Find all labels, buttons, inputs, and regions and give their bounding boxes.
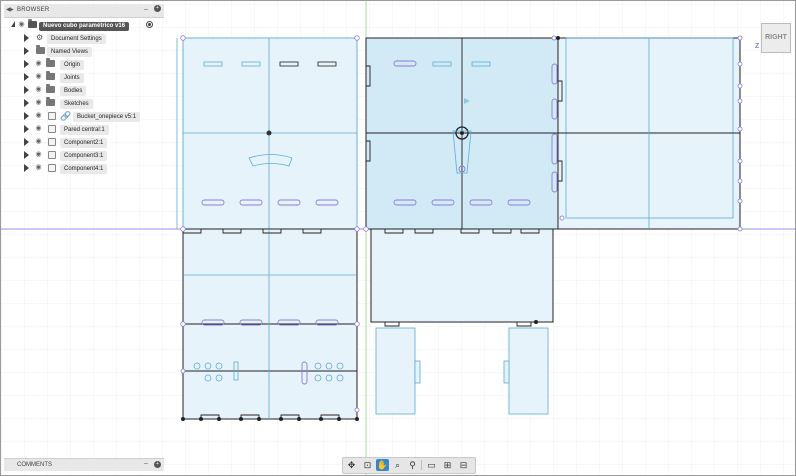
browser-item-label: Pared central:1: [60, 125, 109, 135]
browser-item-origin[interactable]: ◉ Origin: [4, 58, 164, 71]
browser-item-label: Component3:1: [60, 151, 108, 161]
expand-icon[interactable]: [24, 99, 29, 107]
expand-icon[interactable]: [24, 164, 29, 172]
expand-icon[interactable]: [24, 47, 29, 55]
eye-icon[interactable]: ◉: [34, 138, 43, 146]
eye-icon[interactable]: ◉: [17, 21, 26, 29]
navigation-toolbar: ✥ ⊡ ✋ ⌕ ⚲ ▭ ⊞ ⊟: [342, 457, 476, 474]
view-cube-face[interactable]: RIGHT: [761, 23, 791, 53]
sketch-tab-right[interactable]: [503, 327, 549, 415]
browser-item-label: Component2:1: [60, 138, 108, 148]
eye-icon[interactable]: ◉: [34, 151, 43, 159]
eye-icon[interactable]: ◉: [34, 60, 43, 68]
expand-icon[interactable]: [24, 34, 29, 42]
browser-item-component2[interactable]: ◉ Component2:1: [4, 137, 164, 149]
browser-item-joints[interactable]: ◉ Joints: [4, 71, 164, 84]
browser-item-label: Joints: [60, 73, 84, 83]
folder-icon: [36, 45, 45, 54]
browser-header[interactable]: ◀▸ BROWSER – +: [4, 4, 164, 18]
gear-icon: ⚙: [36, 33, 44, 42]
browser-panel: ◀▸ BROWSER – + ◉ Nuevo cubo paramétrico …: [4, 4, 164, 176]
expand-icon[interactable]: [24, 112, 29, 120]
document-icon: [28, 19, 37, 28]
minimize-icon[interactable]: –: [144, 460, 148, 467]
sketch-panel-bottom-left[interactable]: [182, 228, 358, 420]
link-icon: 🔗: [60, 111, 72, 121]
eye-icon[interactable]: ◉: [34, 73, 43, 81]
viewports-icon[interactable]: ⊟: [457, 459, 470, 471]
axis-z-label: Z: [755, 43, 760, 50]
eye-icon[interactable]: ◉: [34, 164, 43, 172]
display-settings-icon[interactable]: ▭: [425, 459, 438, 471]
comments-panel[interactable]: COMMENTS – +: [4, 458, 164, 471]
folder-icon: [46, 84, 55, 93]
grid-settings-icon[interactable]: ⊞: [441, 459, 454, 471]
browser-item-component3[interactable]: ◉ Component3:1: [4, 150, 164, 162]
eye-icon[interactable]: ◉: [34, 99, 43, 107]
app-window: ◀▸ BROWSER – + ◉ Nuevo cubo paramétrico …: [0, 0, 796, 476]
browser-item-named-views[interactable]: Named Views: [4, 45, 164, 58]
add-comment-icon[interactable]: +: [154, 461, 161, 468]
browser-title: BROWSER: [17, 7, 50, 13]
expand-icon[interactable]: [24, 138, 29, 146]
browser-item-label: Bodies: [60, 86, 87, 96]
expand-icon[interactable]: [24, 151, 29, 159]
sketch-tab-left[interactable]: [375, 327, 421, 415]
eye-icon[interactable]: ◉: [34, 112, 43, 120]
view-cube[interactable]: RIGHT Z: [755, 23, 791, 53]
eye-icon[interactable]: ◉: [34, 125, 43, 133]
expand-icon[interactable]: [24, 86, 29, 94]
browser-item-bucket-onepiece[interactable]: ◉ 🔗 Bucket_onepiece v5:1: [4, 111, 164, 123]
folder-icon: [46, 97, 55, 106]
component-icon: [48, 151, 56, 159]
pan-icon[interactable]: ✋: [376, 459, 389, 471]
component-icon: [48, 164, 56, 172]
browser-item-component4[interactable]: ◉ Component4:1: [4, 163, 164, 175]
collapse-icon[interactable]: ◀▸: [6, 6, 14, 13]
browser-item-document-settings[interactable]: ⚙ Document Settings: [4, 33, 164, 45]
component-icon: [48, 138, 56, 146]
browser-item-label: Sketches: [60, 99, 93, 109]
component-icon: [48, 112, 56, 120]
orbit-icon[interactable]: ✥: [345, 459, 358, 471]
record-icon[interactable]: [146, 21, 153, 28]
look-at-icon[interactable]: ⊡: [361, 459, 374, 471]
browser-item-label: Component4:1: [60, 164, 108, 174]
expand-icon[interactable]: [24, 60, 29, 68]
browser-item-sketches[interactable]: ◉ Sketches: [4, 97, 164, 110]
expand-icon[interactable]: [24, 125, 29, 133]
zoom-icon[interactable]: ⚲: [406, 459, 419, 471]
root-document-label: Nuevo cubo paramétrico v16: [39, 22, 130, 31]
sketch-panel-top-right[interactable]: [557, 37, 741, 230]
sketch-panel-bottom-center[interactable]: [370, 228, 554, 323]
folder-icon: [46, 71, 55, 80]
toolbar-divider: [421, 460, 422, 470]
component-icon: [48, 125, 56, 133]
browser-item-label: Origin: [60, 60, 85, 70]
expand-icon[interactable]: [24, 73, 29, 81]
browser-item-bodies[interactable]: ◉ Bodies: [4, 84, 164, 97]
browser-item-pared-central[interactable]: ◉ Pared central:1: [4, 124, 164, 136]
zoom-window-icon[interactable]: ⌕: [391, 459, 404, 471]
browser-item-label: Document Settings: [47, 34, 106, 44]
browser-root[interactable]: ◉ Nuevo cubo paramétrico v16: [4, 19, 164, 32]
expand-down-icon[interactable]: [11, 21, 15, 27]
browser-item-label: Named Views: [47, 47, 92, 57]
folder-icon: [46, 58, 55, 67]
minimize-icon[interactable]: –: [144, 6, 148, 13]
pin-icon[interactable]: +: [154, 5, 161, 12]
browser-item-label: Bucket_onepiece v5:1: [73, 112, 141, 122]
eye-icon[interactable]: ◉: [34, 86, 43, 94]
comments-title: COMMENTS: [17, 462, 52, 468]
